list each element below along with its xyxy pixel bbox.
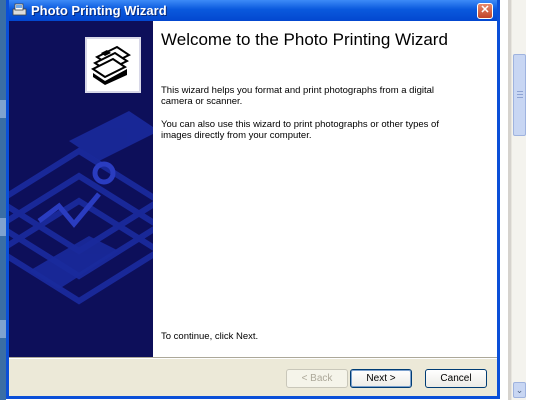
scroll-thumb[interactable] <box>513 54 526 136</box>
scroll-grip <box>517 97 523 98</box>
button-separator <box>9 357 497 359</box>
back-button[interactable]: < Back <box>286 369 348 388</box>
photo-stack-printer-icon <box>85 37 141 93</box>
page-title: Welcome to the Photo Printing Wizard <box>161 30 448 49</box>
cancel-button[interactable]: Cancel <box>425 369 487 388</box>
wizard-window: Photo Printing Wizard ✕ Welcome to the P… <box>6 0 500 399</box>
secondary-paragraph: You can also use this wizard to print ph… <box>161 119 439 141</box>
scroll-grip <box>517 94 523 95</box>
next-button[interactable]: Next > <box>350 369 412 388</box>
close-icon[interactable]: ✕ <box>477 3 493 19</box>
wizard-side-panel <box>9 21 153 357</box>
continue-instruction: To continue, click Next. <box>161 331 259 342</box>
decorative-photo-art <box>9 111 153 305</box>
scroll-down-button[interactable]: ⌄ <box>513 382 526 398</box>
window-title: Photo Printing Wizard <box>31 3 167 18</box>
intro-paragraph: This wizard helps you format and print p… <box>161 85 434 107</box>
title-bar[interactable]: Photo Printing Wizard ✕ <box>9 0 497 21</box>
photo-printer-icon <box>12 3 27 17</box>
wizard-content: Welcome to the Photo Printing Wizard Thi… <box>153 21 497 357</box>
scroll-grip <box>517 91 523 92</box>
background-scrollbar[interactable]: ⌄ <box>511 0 526 400</box>
